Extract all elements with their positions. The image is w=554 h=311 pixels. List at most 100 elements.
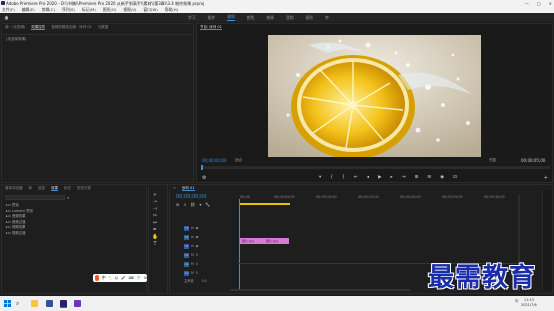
- tab-sequence-01[interactable]: 序列 01: [181, 185, 195, 191]
- workspace-graphics[interactable]: 图形: [306, 15, 314, 21]
- go-to-out-icon[interactable]: ⇥: [402, 175, 406, 180]
- track-target[interactable]: A3: [184, 270, 189, 276]
- playhead[interactable]: [239, 199, 240, 289]
- linked-selection-icon[interactable]: ⛓: [190, 202, 195, 207]
- program-timecode[interactable]: 00;00;00;00: [202, 158, 226, 163]
- close-tab-icon[interactable]: ✕: [173, 185, 176, 191]
- track-target[interactable]: A2: [184, 261, 189, 267]
- work-area-bar[interactable]: [240, 203, 290, 205]
- button-editor-icon[interactable]: ⊡: [453, 175, 457, 180]
- mark-in-icon[interactable]: {: [330, 175, 333, 180]
- playhead-bar[interactable]: [201, 165, 550, 170]
- search-icon[interactable]: ⌕: [16, 300, 23, 307]
- hand-tool-icon[interactable]: ✋: [152, 234, 158, 240]
- clock[interactable]: 11:13 2021/7/6: [521, 298, 537, 307]
- overwrite-icon[interactable]: ⊟: [427, 175, 431, 180]
- minimize-button[interactable]: —: [525, 0, 529, 7]
- settings-icon[interactable]: ⚙: [202, 175, 206, 181]
- nest-icon[interactable]: ⊞: [176, 202, 179, 207]
- workspace-effects[interactable]: 效果: [266, 15, 274, 21]
- workspace-learn[interactable]: 学习: [188, 15, 196, 21]
- eye-icon[interactable]: ◉: [196, 224, 199, 233]
- razor-tool-icon[interactable]: ✂: [152, 213, 158, 219]
- add-marker-icon[interactable]: ▾: [319, 175, 321, 180]
- track-target[interactable]: A1: [184, 252, 189, 258]
- timeline-timecode[interactable]: 00;00;00;00: [176, 194, 207, 200]
- step-forward-icon[interactable]: ▸: [391, 175, 393, 180]
- play-icon[interactable]: ▶: [378, 175, 381, 180]
- zoom-select[interactable]: 适合: [235, 158, 242, 163]
- master-volume[interactable]: 0.0: [202, 277, 207, 286]
- tab-markers[interactable]: 标记: [64, 185, 71, 191]
- sync-lock-icon[interactable]: ⊟: [191, 233, 194, 242]
- tab-effects[interactable]: 效果: [51, 185, 58, 191]
- workspace-libraries[interactable]: 库: [325, 15, 329, 21]
- quality-select[interactable]: 完整: [489, 158, 496, 163]
- maximize-button[interactable]: □: [537, 0, 541, 7]
- premiere-taskbar-icon[interactable]: [60, 300, 67, 308]
- slip-tool-icon[interactable]: ↔: [152, 220, 158, 226]
- tab-info[interactable]: 信息: [38, 185, 45, 191]
- track-target[interactable]: V2: [184, 234, 189, 240]
- emoji-icon[interactable]: ☺: [115, 276, 119, 280]
- tab-libraries[interactable]: 库: [29, 185, 33, 191]
- app-taskbar-icon[interactable]: [74, 300, 81, 307]
- ime-mode[interactable]: 中: [102, 275, 106, 281]
- tab-media-browser[interactable]: 媒体浏览器: [5, 185, 23, 191]
- tree-item-video-transitions[interactable]: ▸▭ 视频过渡: [6, 231, 33, 237]
- workspace-audio[interactable]: 音频: [286, 15, 294, 21]
- mute-icon[interactable]: M: [191, 260, 194, 269]
- file-explorer-icon[interactable]: [31, 300, 38, 307]
- keyboard-icon[interactable]: ⌨: [129, 276, 134, 280]
- type-tool-icon[interactable]: T: [152, 241, 158, 247]
- wrench-icon[interactable]: 🔧: [205, 202, 210, 207]
- track-select-tool-icon[interactable]: ⇢: [152, 199, 158, 205]
- tab-audio-clip-mixer[interactable]: 音频剪辑混合器：序列 01: [51, 24, 92, 30]
- solo-icon[interactable]: S: [196, 269, 198, 278]
- close-button[interactable]: ✕: [549, 0, 552, 7]
- export-frame-icon[interactable]: ◉: [440, 175, 444, 180]
- tab-metadata[interactable]: 元数据: [98, 24, 109, 30]
- skin-icon[interactable]: 👕: [137, 276, 141, 280]
- pen-tool-icon[interactable]: ✒: [152, 227, 158, 233]
- solo-icon[interactable]: S: [196, 260, 198, 269]
- sync-lock-icon[interactable]: ⊟: [191, 224, 194, 233]
- tab-program[interactable]: 节目: 序列 01: [200, 24, 222, 30]
- selection-tool-icon[interactable]: ➤: [152, 192, 158, 198]
- tab-source[interactable]: 源：(无剪辑): [5, 24, 25, 30]
- ripple-edit-tool-icon[interactable]: ⊣: [152, 206, 158, 212]
- windows-start-icon[interactable]: [4, 300, 11, 307]
- tab-history[interactable]: 历史记录: [77, 185, 91, 191]
- timeline-tools: ⊞ ∩ ⛓ ▾ 🔧: [176, 202, 210, 207]
- ime-logo-icon[interactable]: [95, 275, 99, 281]
- workspace-assembly[interactable]: 组件: [208, 15, 216, 21]
- go-to-in-icon[interactable]: ⇤: [354, 175, 358, 180]
- snap-icon[interactable]: ∩: [183, 202, 186, 207]
- timeline-zoom-bar[interactable]: [230, 289, 410, 291]
- tab-effect-controls[interactable]: 效果控件: [31, 24, 46, 30]
- eye-icon[interactable]: ◉: [196, 233, 199, 242]
- effects-search-input[interactable]: [5, 195, 65, 200]
- workspace-color[interactable]: 颜色: [247, 15, 255, 21]
- toolbox-icon[interactable]: ⊞: [144, 276, 147, 280]
- add-button-icon[interactable]: +: [544, 175, 548, 181]
- mark-out-icon[interactable]: }: [342, 175, 345, 180]
- solo-icon[interactable]: S: [196, 251, 198, 260]
- home-icon[interactable]: [4, 15, 9, 20]
- clip-v1-a[interactable]: 图片.jpg: [240, 238, 264, 244]
- mic-icon[interactable]: 🎤: [121, 276, 125, 280]
- track-target[interactable]: V1: [184, 243, 189, 249]
- eye-icon[interactable]: ◉: [196, 242, 199, 251]
- sync-lock-icon[interactable]: ⊟: [191, 242, 194, 251]
- track-target[interactable]: V3: [184, 225, 189, 231]
- time-ruler[interactable]: 00;00 00;00;05;00 00;00;10;00 00;00;15;0…: [240, 195, 520, 203]
- clip-v1-b[interactable]: 图片.jpg: [264, 238, 289, 244]
- ime-indicator[interactable]: 中: [515, 299, 519, 304]
- step-back-icon[interactable]: ◂: [367, 175, 369, 180]
- workspace-editing[interactable]: 编辑: [227, 14, 235, 21]
- punctuation-icon[interactable]: °,: [109, 276, 112, 280]
- insert-icon[interactable]: ⊞: [415, 175, 419, 180]
- add-marker-icon[interactable]: ▾: [199, 202, 201, 207]
- mute-icon[interactable]: M: [191, 251, 194, 260]
- word-icon[interactable]: [46, 300, 53, 307]
